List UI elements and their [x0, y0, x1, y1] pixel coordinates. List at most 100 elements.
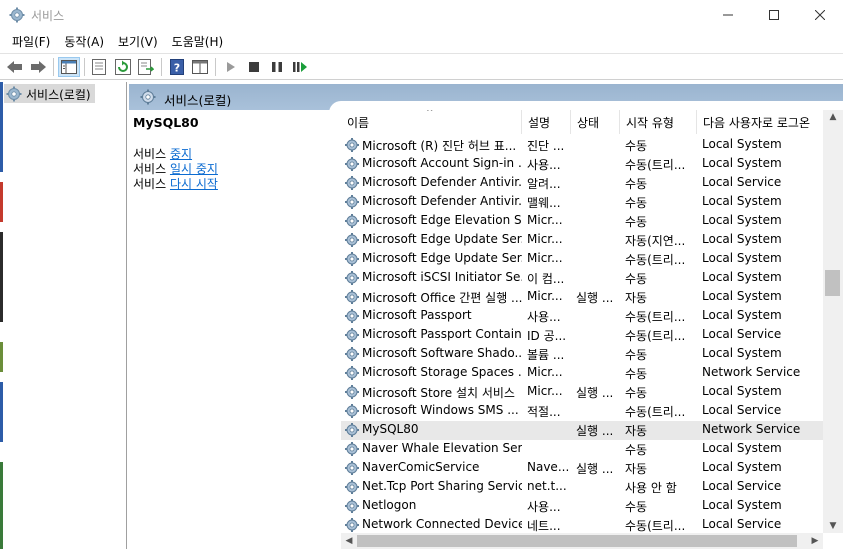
service-description-cell: 네트... — [527, 519, 561, 533]
scroll-right-icon[interactable]: ▶ — [807, 533, 823, 549]
service-name-cell: Network Connected Device... — [362, 517, 522, 531]
service-description-cell: ID 공... — [527, 329, 567, 343]
properties-button[interactable] — [88, 57, 110, 77]
start-service-button[interactable] — [220, 57, 242, 77]
toolbar: ? — [0, 53, 843, 80]
service-logon-cell: Local System — [702, 346, 782, 360]
table-row[interactable]: Microsoft Passport 사용... 수동(트리... Local Sys… — [341, 307, 823, 326]
vertical-scrollbar[interactable]: ▲ ▼ — [823, 110, 843, 533]
service-logon-cell: Local Service — [702, 479, 782, 493]
export-list-button[interactable] — [135, 57, 157, 77]
service-logon-cell: Local System — [702, 289, 782, 303]
service-description-cell: Micr... — [527, 232, 563, 246]
window-title: 서비스 — [31, 9, 65, 23]
table-row[interactable]: Microsoft (R) 진단 허브 표... 진단 ... 수동 Local Sy… — [341, 136, 823, 155]
service-description-cell: 볼륨 ... — [527, 348, 565, 362]
menu-file[interactable]: 파일(F) — [5, 30, 57, 52]
forward-button[interactable] — [27, 57, 49, 77]
service-name-cell: Microsoft Edge Update Ser... — [362, 251, 522, 265]
close-icon — [815, 10, 825, 20]
service-startup-type-cell: 수동 — [625, 500, 648, 514]
service-gear-icon — [344, 232, 360, 248]
table-row[interactable]: Naver Whale Elevation Serv... 수동 Local Sys… — [341, 440, 823, 459]
scroll-left-icon[interactable]: ◀ — [341, 533, 357, 549]
table-row[interactable]: Microsoft Windows SMS ... 적절... 수동(트리... Lo… — [341, 402, 823, 421]
table-row[interactable]: Netlogon 사용... 수동 Local System — [341, 497, 823, 516]
panel-header: 서비스(로컬) — [129, 84, 843, 113]
scroll-down-icon[interactable]: ▼ — [823, 519, 843, 533]
table-row[interactable]: Microsoft Office 간편 실행 ... Micr... 실행 ... 자… — [341, 288, 823, 307]
close-button[interactable] — [797, 0, 843, 30]
back-button[interactable] — [4, 57, 26, 77]
column-header-name[interactable]: 이름 ^ — [341, 110, 522, 134]
horizontal-scroll-thumb[interactable] — [357, 535, 797, 547]
table-row[interactable]: Microsoft Edge Update Ser... Micr... 수동(트리… — [341, 250, 823, 269]
column-header-label: 상태 — [577, 115, 600, 130]
restart-service-button[interactable] — [289, 57, 311, 77]
refresh-button[interactable] — [112, 57, 134, 77]
service-logon-cell: Local System — [702, 232, 782, 246]
table-row[interactable]: Microsoft Software Shado... 볼륨 ... 수동 Local… — [341, 345, 823, 364]
export-list-icon — [138, 59, 154, 75]
service-startup-type-cell: 수동 — [625, 177, 648, 191]
view-pane-button[interactable] — [189, 57, 211, 77]
menu-view[interactable]: 보기(V) — [111, 30, 165, 52]
view-pane-icon — [192, 60, 208, 74]
table-row[interactable]: Microsoft Passport Container ID 공... 수동(트리… — [341, 326, 823, 345]
service-gear-icon — [344, 156, 360, 172]
service-name-cell: NaverComicService — [362, 460, 480, 474]
stop-service-link[interactable]: 중지 — [170, 147, 192, 161]
table-row[interactable]: Microsoft Edge Update Ser... Micr... 자동(지연… — [341, 231, 823, 250]
column-header-description[interactable]: 설명 — [522, 110, 571, 134]
pause-service-link[interactable]: 일시 중지 — [170, 162, 218, 176]
service-description-cell: 적절... — [527, 405, 561, 419]
service-description-cell: Nave... — [527, 460, 570, 474]
service-description-cell: Micr... — [527, 213, 563, 227]
table-row[interactable]: Net.Tcp Port Sharing Service net.t... 사용 안… — [341, 478, 823, 497]
menu-action[interactable]: 동작(A) — [57, 30, 111, 52]
table-row[interactable]: Microsoft Edge Elevation S... Micr... 수동 Lo… — [341, 212, 823, 231]
action-line-pause: 서비스 일시 중지 — [133, 162, 333, 177]
service-startup-type-cell: 수동 — [625, 367, 648, 381]
table-row[interactable]: Microsoft Storage Spaces ... Micr... 수동 Net… — [341, 364, 823, 383]
console-tree-button[interactable] — [58, 57, 80, 77]
desktop-edge — [0, 82, 3, 549]
service-gear-icon — [140, 89, 156, 105]
console-tree-icon — [61, 60, 77, 74]
table-row[interactable]: Microsoft iSCSI Initiator Se... 이 컴... 수동 L… — [341, 269, 823, 288]
pause-service-button[interactable] — [266, 57, 288, 77]
column-header-logon-as[interactable]: 다음 사용자로 로그온 — [697, 110, 823, 134]
stop-service-button[interactable] — [243, 57, 265, 77]
service-startup-type-cell: 수동 — [625, 348, 648, 362]
service-logon-cell: Local System — [702, 156, 782, 170]
column-header-status[interactable]: 상태 — [571, 110, 620, 134]
scroll-up-icon[interactable]: ▲ — [823, 110, 843, 124]
table-row[interactable]: Microsoft Defender Antivir... 맬웨... 수동 Loca… — [341, 193, 823, 212]
minimize-button[interactable] — [705, 0, 751, 30]
menu-bar: 파일(F) 동작(A) 보기(V) 도움말(H) — [0, 30, 843, 52]
table-row[interactable]: Microsoft Store 설치 서비스 Micr... 실행 ... 수동 Loc… — [341, 383, 823, 402]
maximize-button[interactable] — [751, 0, 797, 30]
service-logon-cell: Network Service — [702, 365, 801, 379]
service-status-cell: 실행 ... — [576, 386, 614, 400]
column-header-startup-type[interactable]: 시작 유형 — [620, 110, 697, 134]
service-name-cell: MySQL80 — [362, 422, 419, 436]
table-row[interactable]: Microsoft Account Sign-in ... 사용... 수동(트리.… — [341, 155, 823, 174]
table-row[interactable]: NaverComicService Nave... 실행 ... 자동 Local Sy… — [341, 459, 823, 478]
vertical-scroll-thumb[interactable] — [825, 270, 840, 296]
service-description-cell: Micr... — [527, 384, 563, 398]
menu-help[interactable]: 도움말(H) — [165, 30, 231, 52]
service-startup-type-cell: 수동(트리... — [625, 158, 686, 172]
table-row[interactable]: MySQL80 실행 ... 자동 Network Service — [341, 421, 823, 440]
service-name-cell: Microsoft Passport — [362, 308, 472, 322]
help-button[interactable]: ? — [166, 57, 188, 77]
tree-item-services-local[interactable]: 서비스(로컬) — [4, 84, 95, 103]
table-row[interactable]: Microsoft Defender Antivir... 알려... 수동 Loca… — [341, 174, 823, 193]
horizontal-scrollbar[interactable]: ◀ ▶ — [341, 533, 823, 549]
service-status-cell: 실행 ... — [576, 462, 614, 476]
service-name-cell: Microsoft Account Sign-in ... — [362, 156, 522, 170]
toolbar-separator — [161, 58, 162, 76]
column-headers: 이름 ^ 설명 상태 시작 유형 다음 사용자로 로그온 — [341, 110, 823, 134]
restart-service-link[interactable]: 다시 시작 — [170, 177, 218, 191]
service-startup-type-cell: 수동(트리... — [625, 519, 686, 533]
